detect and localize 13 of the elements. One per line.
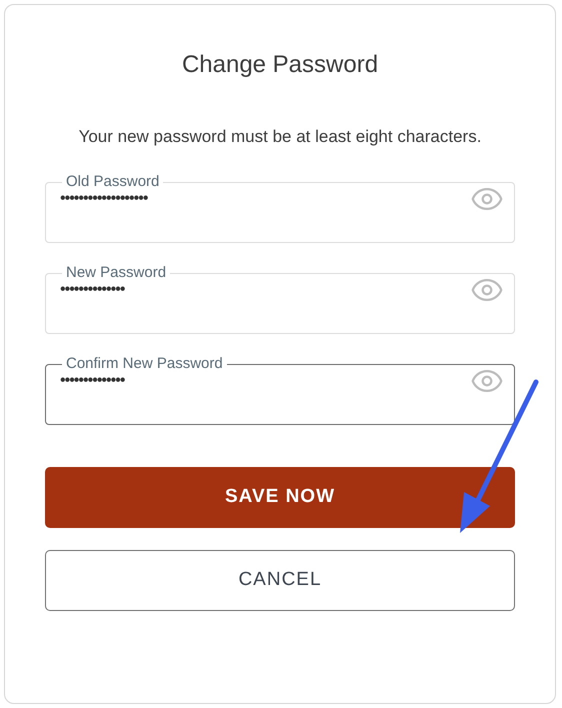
cancel-button[interactable]: CANCEL [45,550,515,611]
password-input[interactable]: ••••••••••••••••••• [60,187,470,211]
dialog-title: Change Password [182,50,378,80]
field-label: New Password [65,265,168,281]
password-field[interactable]: Confirm New Password •••••••••••••• [45,356,515,425]
password-field[interactable]: Old Password ••••••••••••••••••• [45,174,515,243]
save-button[interactable]: SAVE NOW [45,467,515,528]
password-input[interactable]: •••••••••••••• [60,278,470,302]
password-field[interactable]: New Password •••••••••••••• [45,265,515,334]
description-text: Your new password must be at least eight characters. [78,126,482,148]
field-label: Old Password [65,174,160,190]
field-label: Confirm New Password [65,356,224,372]
password-input[interactable]: •••••••••••••• [60,369,470,393]
